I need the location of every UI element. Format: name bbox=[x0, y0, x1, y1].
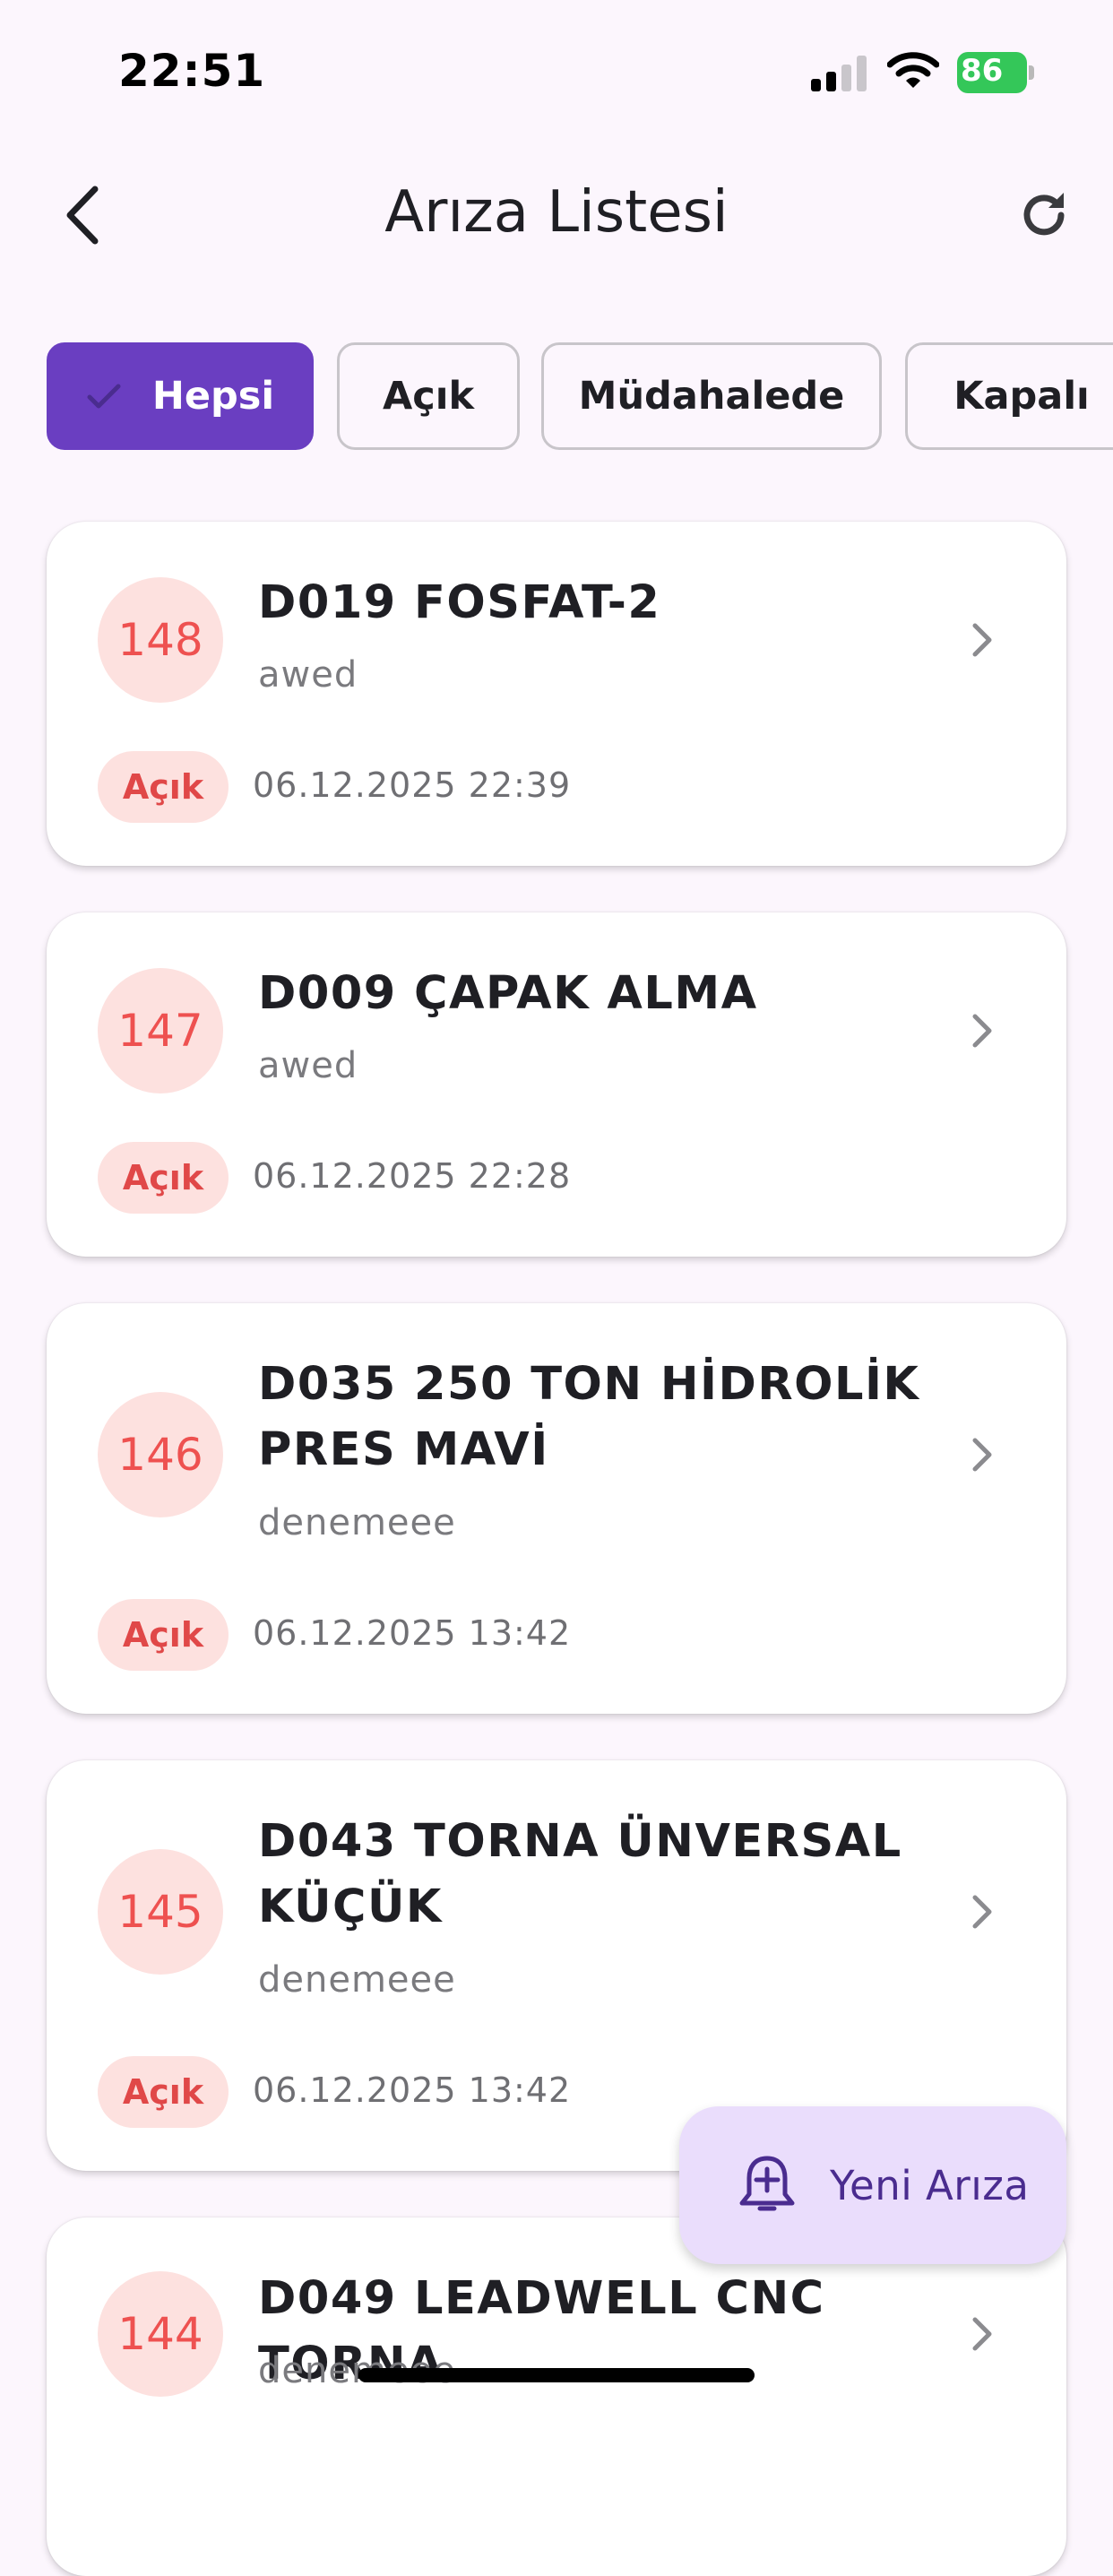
fault-date: 06.12.2025 13:42 bbox=[253, 2070, 572, 2110]
battery-icon: 86 bbox=[957, 52, 1034, 93]
status-badge: Açık bbox=[98, 1599, 229, 1671]
new-fault-button[interactable]: Yeni Arıza bbox=[679, 2106, 1066, 2264]
refresh-icon bbox=[1023, 193, 1065, 236]
fault-title: D009 ÇAPAK ALMA bbox=[258, 967, 758, 1020]
filter-chips: Hepsi Açık Müdahalede Kapalı bbox=[47, 342, 1113, 450]
fault-number: 144 bbox=[98, 2271, 223, 2397]
filter-chip-all[interactable]: Hepsi bbox=[47, 342, 314, 450]
status-badge: Açık bbox=[98, 2056, 229, 2128]
battery-level: 86 bbox=[961, 53, 1004, 89]
status-badge: Açık bbox=[98, 1142, 229, 1214]
fault-title: D043 TORNA ÜNVERSAL KÜÇÜK bbox=[258, 1815, 902, 1933]
status-badge: Açık bbox=[98, 751, 229, 823]
home-indicator[interactable] bbox=[358, 2368, 755, 2382]
chevron-right-icon bbox=[964, 1889, 1000, 1934]
check-icon bbox=[86, 382, 122, 411]
page-title: Arıza Listesi bbox=[384, 179, 729, 246]
chevron-right-icon bbox=[964, 1432, 1000, 1477]
filter-chip-label: Kapalı bbox=[953, 374, 1090, 419]
filter-chip-closed[interactable]: Kapalı bbox=[905, 342, 1113, 450]
fault-card[interactable]: 147 D009 ÇAPAK ALMA awed Açık 06.12.2025… bbox=[47, 912, 1066, 1257]
chevron-right-icon bbox=[964, 1008, 1000, 1053]
fault-card[interactable]: 146 D035 250 TON HİDROLİK PRES MAVİ dene… bbox=[47, 1303, 1066, 1714]
filter-chip-label: Açık bbox=[382, 374, 475, 419]
fault-description: awed bbox=[258, 1045, 358, 1086]
fault-title: D019 FOSFAT-2 bbox=[258, 576, 661, 629]
fault-card[interactable]: 144 D049 LEADWELL CNC TORNA denemeee bbox=[47, 2217, 1066, 2576]
fault-number: 148 bbox=[98, 577, 223, 703]
fault-number: 146 bbox=[98, 1392, 223, 1517]
filter-chip-label: Müdahalede bbox=[578, 374, 845, 419]
fault-number: 147 bbox=[98, 968, 223, 1094]
alarm-bell-add-icon bbox=[731, 2149, 803, 2221]
filter-chip-open[interactable]: Açık bbox=[337, 342, 520, 450]
cellular-signal-icon bbox=[811, 56, 868, 91]
filter-chip-in-progress[interactable]: Müdahalede bbox=[541, 342, 882, 450]
new-fault-label: Yeni Arıza bbox=[830, 2161, 1030, 2209]
status-bar: 22:51 86 bbox=[0, 0, 1113, 143]
fault-description: awed bbox=[258, 654, 358, 696]
chevron-right-icon bbox=[964, 2312, 1000, 2356]
fault-date: 06.12.2025 13:42 bbox=[253, 1613, 572, 1653]
chevron-right-icon bbox=[964, 618, 1000, 662]
fault-title: D035 250 TON HİDROLİK PRES MAVİ bbox=[258, 1358, 920, 1476]
filter-chip-label: Hepsi bbox=[151, 374, 275, 419]
refresh-button[interactable] bbox=[1008, 179, 1080, 251]
wifi-icon bbox=[886, 50, 940, 91]
fault-description: denemeee bbox=[258, 1502, 456, 1543]
fault-card[interactable]: 148 D019 FOSFAT-2 awed Açık 06.12.2025 2… bbox=[47, 522, 1066, 866]
fault-date: 06.12.2025 22:28 bbox=[253, 1156, 572, 1196]
status-time: 22:51 bbox=[118, 45, 266, 97]
fault-date: 06.12.2025 22:39 bbox=[253, 765, 572, 805]
fault-number: 145 bbox=[98, 1849, 223, 1975]
fault-description: denemeee bbox=[258, 1959, 456, 2001]
